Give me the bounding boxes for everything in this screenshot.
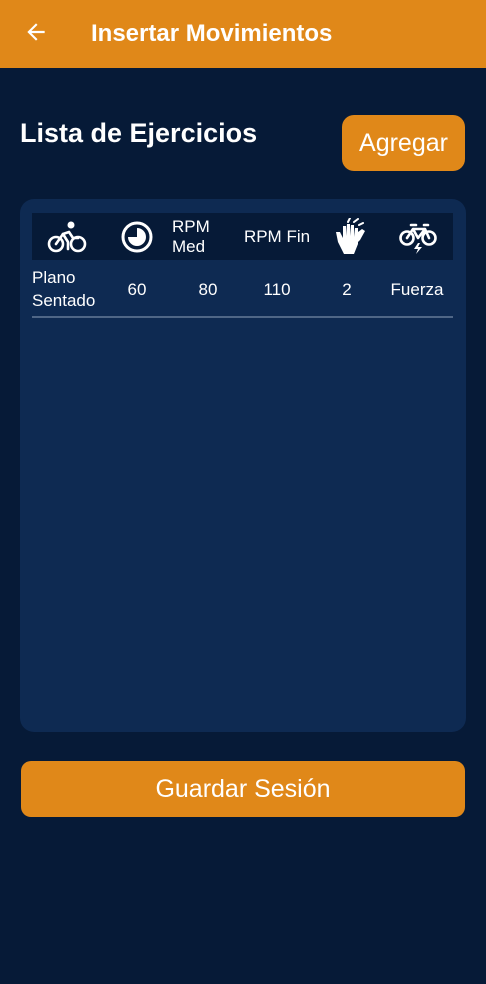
arrow-left-icon xyxy=(27,23,45,41)
timer-icon xyxy=(121,221,153,252)
header-movement xyxy=(32,213,102,260)
cell-time: 60 xyxy=(127,279,147,299)
cell-type: Fuerza xyxy=(390,279,444,299)
bike-rider-icon xyxy=(47,221,87,252)
cell-movement: Plano Sentado xyxy=(32,268,96,310)
hands-icon xyxy=(335,217,365,254)
table-row[interactable]: Plano Sentado 60 80 110 2 Fuerza xyxy=(32,260,453,318)
cell-hands: 2 xyxy=(342,279,352,299)
add-button[interactable]: Agregar xyxy=(342,115,465,171)
cell-rpm-fin: 110 xyxy=(263,279,291,299)
header-rpm-med: RPM Med xyxy=(172,216,210,256)
page-title: Insertar Movimientos xyxy=(91,20,333,47)
exercise-table-panel: RPM Med RPM Fin Plano Sentado 60 80 110 … xyxy=(20,199,466,732)
cell-rpm-med: 80 xyxy=(198,279,218,299)
table-header: RPM Med RPM Fin xyxy=(32,213,453,260)
save-session-button[interactable]: Guardar Sesión xyxy=(21,761,465,817)
app-bar: Insertar Movimientos xyxy=(0,0,486,68)
header-rpm-fin: RPM Fin xyxy=(243,226,311,246)
back-button[interactable] xyxy=(20,16,52,48)
header-time xyxy=(102,213,172,260)
header-hands xyxy=(322,213,377,260)
header-type xyxy=(382,213,453,260)
exercise-list-title: Lista de Ejercicios xyxy=(20,118,258,148)
bike-power-icon xyxy=(398,223,437,254)
